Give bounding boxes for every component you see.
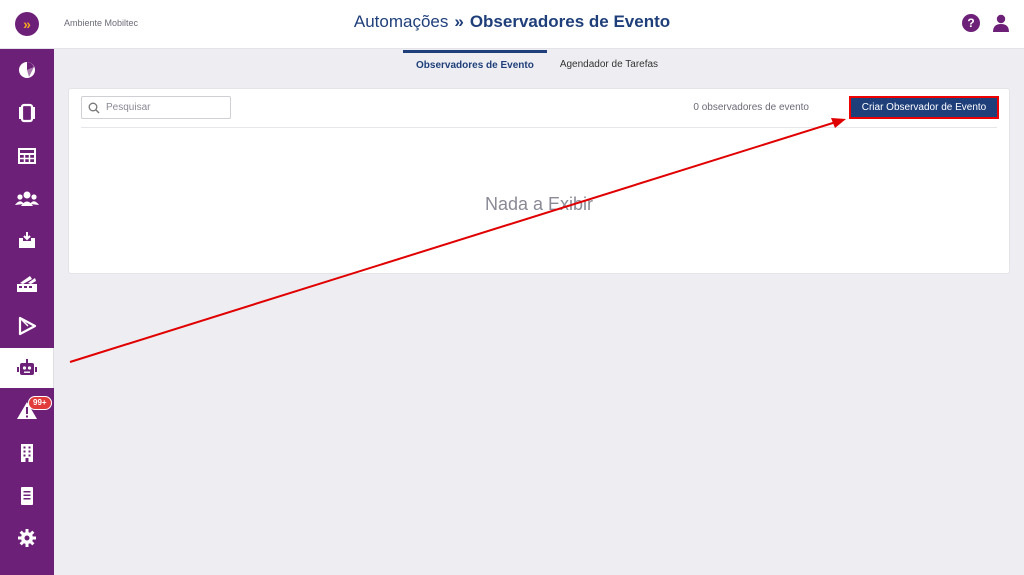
search-input[interactable] [106, 102, 216, 113]
breadcrumb-current: Observadores de Evento [469, 12, 671, 31]
sidebar-item-dashboard[interactable] [0, 50, 54, 90]
search-icon [88, 102, 100, 113]
logo-area[interactable]: » [0, 0, 54, 49]
play-icon [18, 316, 37, 336]
tab-event-observers[interactable]: Observadores de Evento [403, 50, 547, 78]
divider [81, 127, 997, 128]
robot-icon [16, 359, 37, 375]
annotation-arrow [69, 118, 846, 363]
sidebar-item-inbox[interactable] [0, 220, 54, 260]
sidebar-item-automations[interactable] [0, 348, 54, 388]
sidebar-item-play-store[interactable] [0, 306, 54, 346]
building-icon [21, 444, 33, 462]
inbox-download-icon [19, 232, 35, 248]
logo-icon: » [15, 12, 39, 36]
empty-state-message: Nada a Exibir [484, 194, 594, 214]
breadcrumb-separator: » [454, 12, 464, 31]
table-icon [18, 148, 36, 164]
alerts-count-badge: 99+ [28, 396, 52, 410]
sidebar-item-reports[interactable] [0, 136, 54, 176]
sidebar-item-documents[interactable] [0, 476, 54, 516]
sidebar-item-settings[interactable] [0, 518, 54, 558]
sidebar-item-apps[interactable] [0, 264, 54, 304]
page-title: Automações » Observadores de Evento [54, 12, 970, 32]
create-event-observer-button[interactable]: Criar Observador de Evento [849, 96, 999, 119]
user-profile-icon[interactable] [992, 14, 1010, 32]
sidebar-item-devices[interactable] [0, 93, 54, 133]
document-icon [21, 487, 33, 505]
search-box[interactable] [81, 96, 231, 119]
observers-count: 0 observadores de evento [693, 102, 809, 113]
tab-task-scheduler[interactable]: Agendador de Tarefas [547, 50, 671, 78]
sidebar-item-alerts[interactable]: 99+ [0, 391, 54, 431]
pie-chart-icon [19, 62, 35, 78]
help-icon[interactable]: ? [962, 14, 980, 32]
observers-panel: 0 observadores de evento Criar Observado… [68, 88, 1010, 274]
breadcrumb-parent[interactable]: Automações [354, 12, 449, 31]
apps-icon [17, 276, 37, 292]
sidebar-item-buildings[interactable] [0, 433, 54, 473]
top-actions: ? [962, 14, 1010, 32]
gear-icon [18, 529, 36, 547]
automation-tabs: Observadores de Evento Agendador de Tare… [403, 50, 671, 78]
users-icon [15, 191, 39, 206]
sidebar-item-users[interactable] [0, 179, 54, 219]
phone-devices-icon [19, 103, 35, 123]
top-bar: Ambiente Mobiltec Automações» Observadore… [54, 0, 1024, 49]
